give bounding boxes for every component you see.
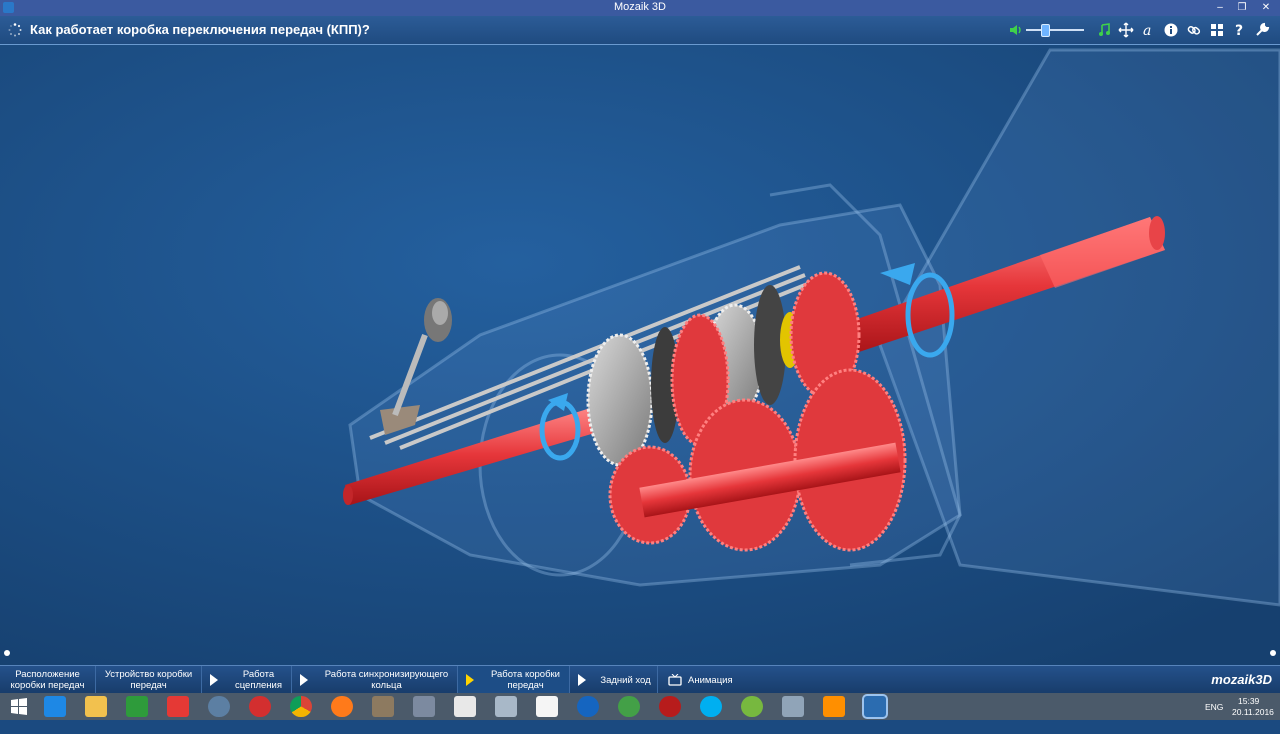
nav-item-sync-ring[interactable]: Работа синхронизирующего кольца xyxy=(292,666,458,694)
minimize-button[interactable]: – xyxy=(1208,0,1232,16)
svg-text:a: a xyxy=(1143,23,1151,38)
windows-taskbar: ENG 15:39 20.11.2016 xyxy=(0,693,1280,720)
cortana-icon[interactable] xyxy=(208,696,230,717)
font-icon[interactable]: a xyxy=(1140,22,1156,38)
nav-item-clutch[interactable]: Работа сцепления xyxy=(202,666,292,694)
settings-icon[interactable] xyxy=(659,696,681,717)
restore-button[interactable]: ❐ xyxy=(1230,0,1254,16)
paint-icon[interactable] xyxy=(372,696,394,717)
store-icon[interactable] xyxy=(126,696,148,717)
yandex-browser-icon[interactable] xyxy=(249,696,271,717)
window-title: Mozaik 3D xyxy=(614,1,666,13)
skype-icon[interactable] xyxy=(700,696,722,717)
nav-item-location[interactable]: Расположение коробки передач xyxy=(0,666,96,694)
loading-icon xyxy=(8,23,22,37)
chapter-navigation: Расположение коробки передач Устройство … xyxy=(0,665,1280,694)
corner-marker-right xyxy=(1270,650,1276,656)
nav-item-animation[interactable]: Анимация xyxy=(658,666,748,694)
notepad-icon[interactable] xyxy=(454,696,476,717)
play-icon xyxy=(578,674,586,686)
ie-icon[interactable] xyxy=(44,696,66,717)
nav-item-gearbox-work[interactable]: Работа коробки передач xyxy=(458,666,570,694)
svg-text:?: ? xyxy=(1235,23,1243,38)
nav-item-structure[interactable]: Устройство коробки передач xyxy=(96,666,202,694)
media-icon[interactable] xyxy=(577,696,599,717)
volume-icon[interactable] xyxy=(1008,22,1024,38)
mozaik-icon[interactable] xyxy=(413,696,435,717)
info-icon[interactable] xyxy=(1163,22,1179,38)
volume-slider-track[interactable] xyxy=(1026,29,1084,31)
clock-date[interactable]: 20.11.2016 xyxy=(1232,707,1274,734)
corner-marker-left xyxy=(4,650,10,656)
help-icon[interactable]: ? xyxy=(1231,22,1247,38)
play-icon xyxy=(210,674,218,686)
move-icon[interactable] xyxy=(1118,22,1134,38)
mozaik3d-active-icon[interactable] xyxy=(862,694,888,719)
vlc-icon[interactable] xyxy=(823,696,845,717)
language-indicator[interactable]: ENG xyxy=(1205,702,1223,729)
yandex-icon[interactable] xyxy=(167,696,189,717)
app-header: Как работает коробка переключения переда… xyxy=(0,16,1280,45)
link-icon[interactable] xyxy=(1186,22,1202,38)
calculator-icon[interactable] xyxy=(495,696,517,717)
play-icon xyxy=(466,674,474,686)
close-button[interactable]: ✕ xyxy=(1254,0,1278,16)
explorer-icon[interactable] xyxy=(85,696,107,717)
play-icon xyxy=(300,674,308,686)
grid-icon[interactable] xyxy=(1209,22,1225,38)
nav-item-reverse[interactable]: Задний ход xyxy=(570,666,658,694)
volume-slider-knob[interactable] xyxy=(1041,24,1050,37)
wrench-icon[interactable] xyxy=(1254,22,1270,38)
windows-start-icon[interactable] xyxy=(8,696,30,717)
brand-logo: mozaik3D xyxy=(1211,672,1272,687)
window-titlebar: Mozaik 3D – ❐ ✕ xyxy=(0,0,1280,16)
tv-icon xyxy=(668,674,682,686)
chrome-icon[interactable] xyxy=(290,696,312,717)
firefox-icon[interactable] xyxy=(331,696,353,717)
calendar-icon[interactable] xyxy=(536,696,558,717)
globe-icon[interactable] xyxy=(618,696,640,717)
page-title: Как работает коробка переключения переда… xyxy=(30,22,370,37)
screen-icon[interactable] xyxy=(782,696,804,717)
music-icon[interactable] xyxy=(1096,22,1112,38)
gearbox-3d-scene[interactable] xyxy=(0,45,1280,665)
utorrent-icon[interactable] xyxy=(741,696,763,717)
